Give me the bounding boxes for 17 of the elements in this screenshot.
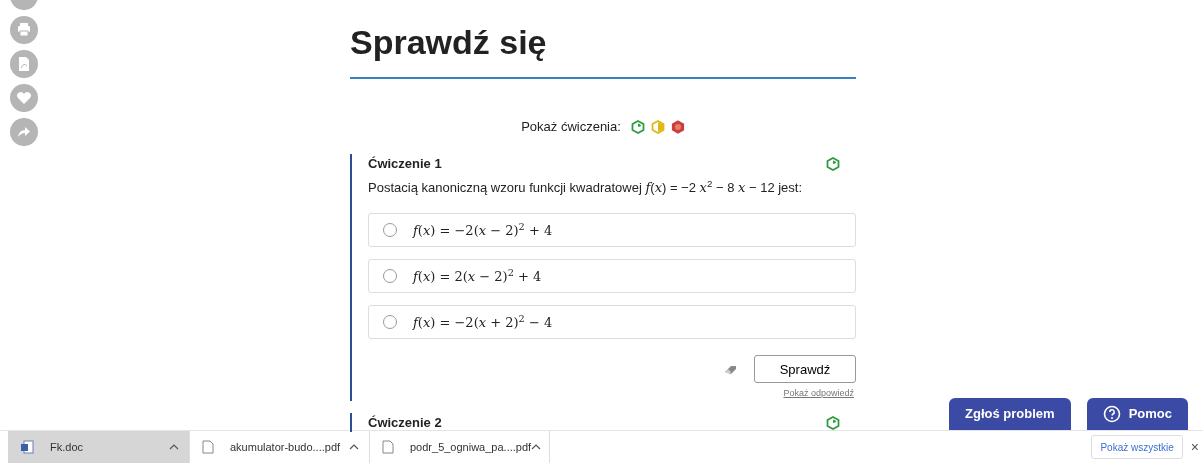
- download-item[interactable]: akumulator-budo....pdf: [190, 430, 370, 463]
- exercise-title: Ćwiczenie 2: [368, 413, 442, 432]
- exercise-title: Ćwiczenie 1: [368, 155, 442, 174]
- answer-option[interactable]: f(x) = −2(x − 2)$^{2}$ + 4: [368, 213, 856, 248]
- answer-option[interactable]: f(x) = −2(x + 2)$^{2}$ − 4: [368, 305, 856, 340]
- download-item[interactable]: podr_5_ogniwa_pa....pdf: [370, 430, 550, 463]
- check-button[interactable]: Sprawdź: [754, 355, 856, 384]
- show-answer-link[interactable]: Pokaż odpowiedź: [783, 387, 854, 401]
- close-button[interactable]: ×: [1190, 436, 1199, 458]
- filter-label: Pokaż ćwiczenia:: [521, 117, 621, 136]
- answer-option[interactable]: f(x) = 2(x − 2)$^{2}$ + 4: [368, 259, 856, 294]
- help-button[interactable]: Pomoc: [1086, 398, 1188, 430]
- show-all-button[interactable]: Pokaż wszystkie: [1091, 435, 1183, 459]
- question-text: Postacią kanoniczną wzoru funkcji kwadratowej f(x) = −2 x$^{2}$ − 8 x − 12 jest:: [368, 177, 804, 197]
- page-title: Sprawdź się: [350, 22, 856, 79]
- download-item[interactable]: Fk.doc: [8, 430, 190, 463]
- help-button[interactable]: Zgłoś problem: [949, 398, 1071, 430]
